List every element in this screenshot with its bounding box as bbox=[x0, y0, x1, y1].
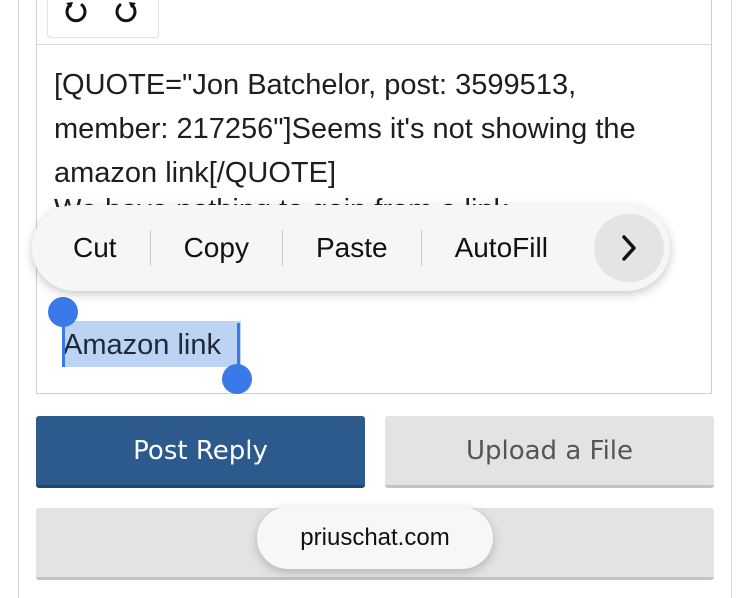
post-reply-button[interactable]: Post Reply bbox=[36, 416, 365, 488]
editor-toolbar bbox=[37, 0, 711, 45]
autofill-menu-item[interactable]: AutoFill bbox=[422, 228, 581, 268]
editor-content[interactable]: [QUOTE="Jon Batchelor, post: 3599513, me… bbox=[54, 63, 704, 195]
selection-end-handle[interactable] bbox=[222, 364, 252, 394]
editor-line: member: 217256"]Seems it's not showing t… bbox=[54, 113, 636, 145]
upload-file-button[interactable]: Upload a File bbox=[385, 416, 714, 488]
browser-address-pill[interactable]: priuschat.com bbox=[257, 507, 493, 569]
chevron-right-icon[interactable] bbox=[594, 214, 664, 282]
message-editor[interactable]: [QUOTE="Jon Batchelor, post: 3599513, me… bbox=[36, 0, 712, 394]
editor-line: amazon link[/QUOTE] bbox=[54, 157, 337, 189]
undo-icon[interactable] bbox=[56, 0, 96, 27]
redo-icon[interactable] bbox=[106, 0, 146, 27]
undo-redo-group bbox=[47, 0, 159, 38]
copy-menu-item[interactable]: Copy bbox=[151, 228, 282, 268]
cut-menu-item[interactable]: Cut bbox=[32, 228, 150, 268]
editor-line: [QUOTE="Jon Batchelor, post: 3599513, bbox=[54, 69, 577, 101]
paste-menu-item[interactable]: Paste bbox=[283, 228, 421, 268]
text-context-menu: Cut Copy Paste AutoFill bbox=[32, 205, 670, 291]
selection-start-handle[interactable] bbox=[48, 297, 78, 327]
selected-text[interactable]: Amazon link bbox=[63, 323, 221, 367]
